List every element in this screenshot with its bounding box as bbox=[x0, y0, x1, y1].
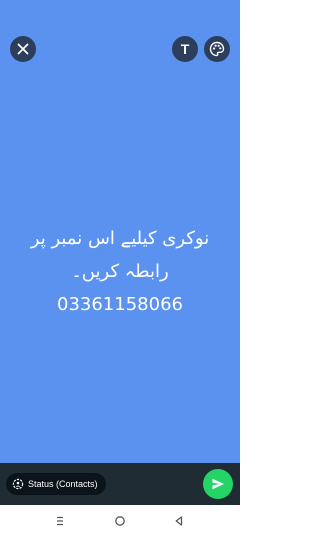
status-text-phone-number: 03361158066 bbox=[57, 294, 183, 315]
back-icon bbox=[175, 516, 183, 526]
status-bottom-bar: Status (Contacts) bbox=[0, 463, 240, 505]
status-text-line-1: نوکری کیلیے اس نمبر پر bbox=[30, 228, 210, 249]
android-navigation-bar bbox=[0, 505, 240, 537]
close-button[interactable] bbox=[10, 36, 36, 62]
status-text-line-2: رابطہ کریں۔ bbox=[71, 261, 169, 282]
send-icon bbox=[212, 478, 224, 490]
close-icon bbox=[17, 43, 29, 55]
status-audience-label: Status (Contacts) bbox=[28, 479, 98, 489]
back-button[interactable] bbox=[171, 513, 187, 529]
color-palette-button[interactable] bbox=[204, 36, 230, 62]
send-button[interactable] bbox=[203, 469, 233, 499]
text-tool-icon: T bbox=[180, 41, 190, 57]
palette-icon bbox=[209, 41, 225, 57]
status-text-content[interactable]: نوکری کیلیے اس نمبر پر رابطہ کریں۔ 03361… bbox=[8, 222, 232, 321]
home-button[interactable] bbox=[112, 513, 128, 529]
system-status-bar bbox=[0, 0, 240, 22]
recents-icon bbox=[57, 516, 63, 526]
status-canvas[interactable]: T نوکری کیلیے اس نمبر پر رابطہ کریں۔ 033… bbox=[0, 0, 240, 463]
recents-button[interactable] bbox=[52, 513, 68, 529]
status-privacy-icon bbox=[12, 478, 24, 490]
home-icon bbox=[115, 516, 125, 526]
status-audience-chip[interactable]: Status (Contacts) bbox=[6, 473, 106, 495]
text-tool-button[interactable]: T bbox=[172, 36, 198, 62]
